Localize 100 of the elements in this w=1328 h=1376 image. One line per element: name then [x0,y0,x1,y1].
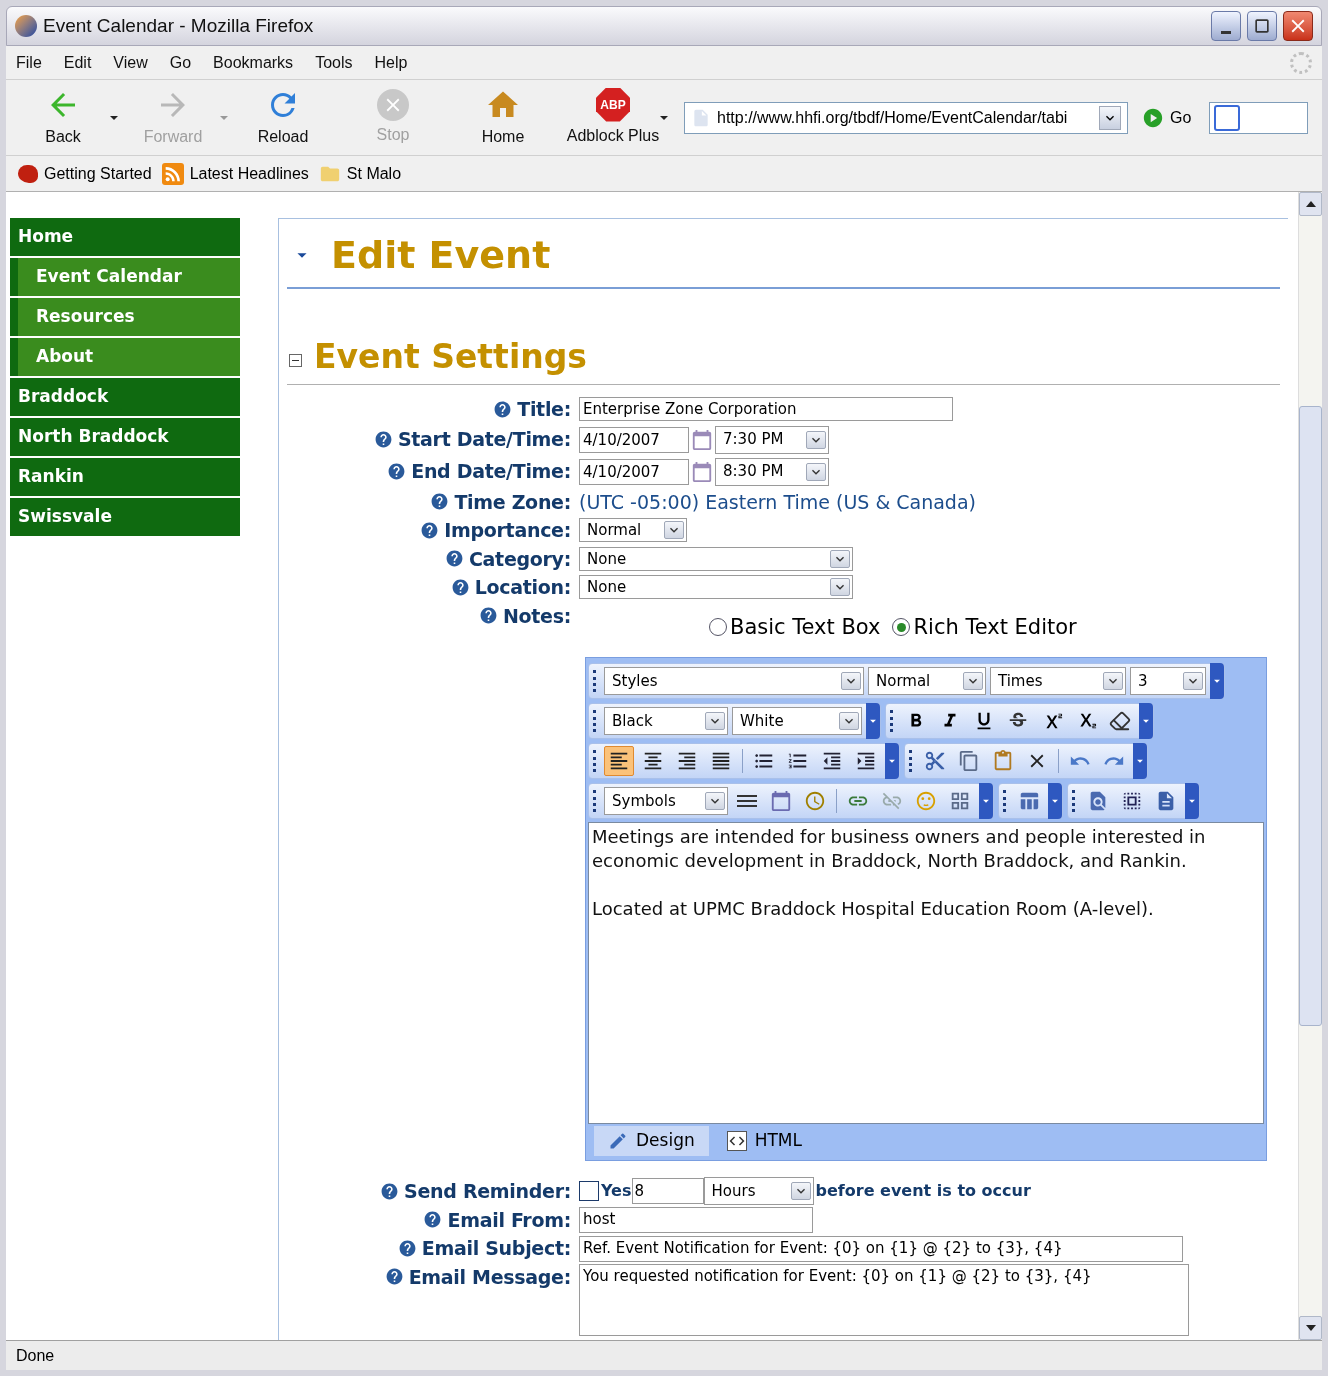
address-field[interactable]: http://www.hhfi.org/tbdf/Home/EventCalendar/tabi [684,101,1128,134]
date-field[interactable]: 4/10/2007 [579,458,689,485]
overflow-handle[interactable] [1185,783,1199,819]
dropdown-button[interactable] [664,521,684,540]
dropdown[interactable]: None [579,546,853,571]
dropdown-button[interactable] [830,578,850,597]
search-field[interactable] [1209,101,1308,134]
scroll-down-button[interactable] [1299,1316,1322,1340]
close-button[interactable] [1283,11,1313,41]
dropdown-button[interactable] [839,712,859,730]
dropdown-button[interactable] [806,462,826,481]
go-button[interactable]: Go [1142,105,1192,130]
dropdown-button[interactable] [963,672,983,690]
indent-icon [855,750,877,772]
radio-option[interactable]: Rich Text Editor [892,611,1077,643]
unit-dropdown[interactable]: Hours [703,1177,814,1206]
dropdown-button[interactable] [1183,672,1203,690]
maximize-button[interactable] [1247,11,1277,41]
calendar-icon[interactable] [691,428,713,451]
overflow-handle[interactable] [979,783,993,819]
nav-link[interactable]: Rankin [10,458,240,496]
dropdown-button[interactable] [841,672,861,690]
dropdown[interactable]: Black [604,707,728,735]
dropdown[interactable]: Symbols [604,787,728,815]
grip-handle[interactable] [593,710,596,732]
field-label: Email From: [447,1207,571,1233]
grip-handle[interactable] [1072,790,1075,812]
editor-tab[interactable]: HTML [712,1126,816,1156]
grip-handle[interactable] [593,790,596,812]
menu-item[interactable]: View [113,50,148,75]
scroll-up-button[interactable] [1299,192,1322,216]
time-dropdown[interactable]: 7:30 PM [715,425,829,454]
nav-link[interactable]: North Braddock [10,418,240,456]
nav-link[interactable]: Swissvale [10,498,240,536]
field-label: Email Subject: [421,1236,571,1261]
text-field[interactable]: Enterprise Zone Corporation [579,397,953,422]
dropdown-button[interactable] [705,792,725,810]
menu-item[interactable]: Bookmarks [213,50,294,75]
align-left-button[interactable] [604,746,634,776]
nav-link[interactable]: Resources [18,298,240,336]
grip-handle[interactable] [1003,790,1006,812]
editor-tab[interactable]: Design [594,1126,709,1156]
outdent-icon [821,750,843,772]
dropdown-button[interactable] [806,430,826,449]
menu-item[interactable]: Go [169,50,192,75]
back-button[interactable]: Back [20,86,106,149]
text-field[interactable]: Ref. Event Notification for Event: {0} on {1} @ {2} to {3}, {4} [579,1235,1183,1262]
nav-link[interactable]: Home [10,218,240,256]
dropdown[interactable]: Styles [604,667,864,695]
menu-item[interactable]: Tools [315,50,353,75]
dropdown-button[interactable] [705,712,725,730]
home-button[interactable]: Home [460,86,546,149]
overflow-handle[interactable] [1210,663,1224,699]
dropdown-arrow-icon[interactable] [660,115,668,120]
calendar-icon[interactable] [691,460,713,483]
menu-item[interactable]: Help [374,50,408,75]
number-field[interactable]: 8 [631,1178,704,1205]
grip-handle[interactable] [593,750,596,772]
dropdown[interactable]: None [579,575,853,600]
menu-item[interactable]: Edit [63,50,92,75]
browser-logo-icon [15,15,37,37]
bookmark-item[interactable]: Getting Started [18,161,152,186]
nav-link[interactable]: About [18,338,240,376]
grip-handle[interactable] [593,670,596,692]
text-field[interactable]: host [579,1207,813,1234]
overflow-handle[interactable] [885,743,899,779]
dropdown[interactable]: White [732,707,862,735]
overflow-handle[interactable] [1139,703,1153,739]
align-left-icon [608,750,630,772]
collapse-toggle[interactable] [289,354,302,367]
dropdown[interactable]: Normal [868,667,986,695]
dropdown[interactable]: Times [990,667,1126,695]
dropdown-button[interactable] [830,549,850,568]
overflow-handle[interactable] [866,703,880,739]
dropdown-arrow-icon[interactable] [110,115,118,120]
grip-handle[interactable] [909,750,912,772]
nav-link[interactable]: Event Calendar [18,258,240,296]
minimize-button[interactable] [1211,11,1241,41]
overflow-handle[interactable] [1133,743,1147,779]
bookmark-item[interactable]: St Malo [318,161,402,186]
dropdown-button[interactable] [790,1182,811,1201]
page-heading: Edit Event [331,231,551,279]
reload-button[interactable]: Reload [240,86,326,149]
time-dropdown[interactable]: 8:30 PM [715,457,829,486]
nav-link[interactable]: Braddock [10,378,240,416]
text-area[interactable]: You requested notification for Event: {0} on {1} @ {2} to {3}, {4} [579,1263,1189,1336]
scrollbar-thumb[interactable] [1299,406,1322,1026]
checkbox[interactable] [579,1181,599,1202]
date-field[interactable]: 4/10/2007 [579,426,689,453]
grip-handle[interactable] [890,710,893,732]
stop-icon [377,88,409,121]
menu-item[interactable]: File [16,50,42,75]
radio-option[interactable]: Basic Text Box [709,611,881,643]
editor-text-area[interactable]: Meetings are intended for business owners and people interested in economic development in Braddock, North Braddock, and Rankin. Located at UPMC Braddock Hospital Education Room (A-level). [588,822,1264,1124]
dropdown[interactable]: 3 [1130,667,1206,695]
dropdown-button[interactable] [1103,672,1123,690]
overflow-handle[interactable] [1048,783,1062,819]
bookmark-item[interactable]: Latest Headlines [161,161,309,186]
dropdown[interactable]: Normal [579,518,687,543]
dropdown-button[interactable] [1099,105,1121,130]
